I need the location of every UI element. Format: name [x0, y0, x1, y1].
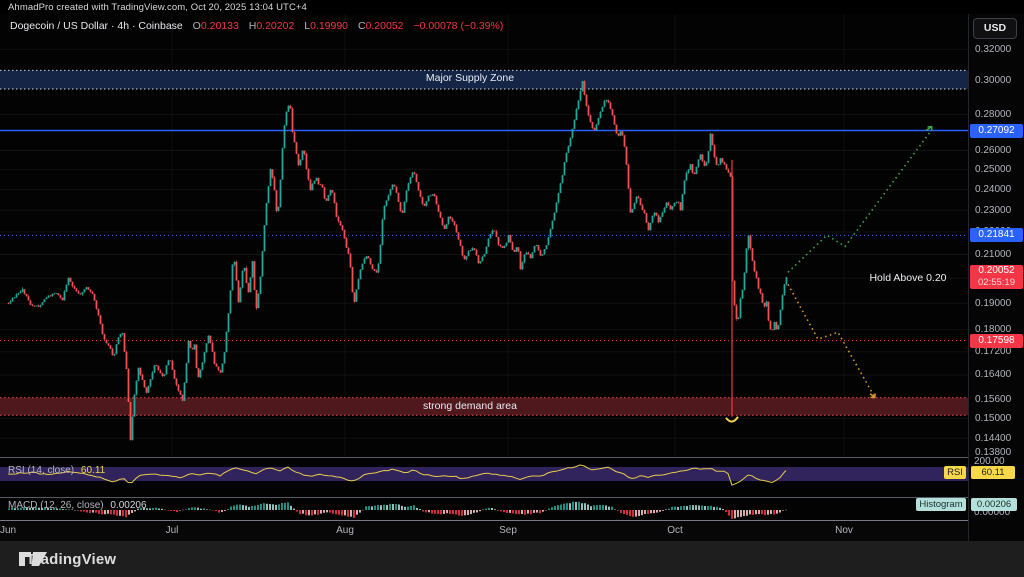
price-level-label: 0.27092: [970, 124, 1023, 138]
tradingview-logo[interactable]: TradingView: [18, 549, 116, 569]
current-price-label: 0.2005202:55:19: [970, 265, 1023, 289]
macd-legend[interactable]: MACD (12, 26, close) 0.00206: [8, 500, 147, 511]
price-level-label: 0.21841: [970, 228, 1023, 242]
rsi-value: 60.11: [81, 465, 105, 476]
price-tick-label: 0.24000: [975, 183, 1024, 196]
demand-zone-label: strong demand area: [360, 400, 580, 412]
price-tick-label: 0.30000: [975, 74, 1024, 87]
supply-zone-label: Major Supply Zone: [360, 72, 580, 84]
price-tick-label: 0.28000: [975, 108, 1024, 121]
price-tick-label: 0.25000: [975, 163, 1024, 176]
price-tick-label: 0.19000: [975, 297, 1024, 310]
open-value: 0.20133: [201, 20, 239, 32]
price-tick-label: 0.32000: [975, 43, 1024, 56]
symbol-legend[interactable]: Dogecoin / US Dollar · 4h · Coinbase O0.…: [10, 20, 503, 34]
hold-above-annotation: Hold Above 0.20: [858, 272, 958, 284]
symbol-title[interactable]: Dogecoin / US Dollar · 4h · Coinbase: [10, 20, 183, 32]
time-axis[interactable]: Jun Jul Aug Sep Oct Nov: [0, 521, 968, 541]
rsi-pane-canvas[interactable]: [0, 458, 968, 497]
high-value: 0.20202: [256, 20, 294, 32]
month-label-jun: Jun: [0, 525, 16, 536]
tradingview-chart-window: AhmadPro created with TradingView.com, O…: [0, 0, 1024, 577]
tradingview-logo-icon: [18, 548, 48, 570]
month-label-oct: Oct: [667, 525, 683, 536]
rsi-name: RSI (14, close): [8, 465, 74, 476]
price-tick-label: 0.16400: [975, 368, 1024, 381]
rsi-badge-value: 60.11: [971, 466, 1015, 479]
month-label-aug: Aug: [336, 525, 354, 536]
rsi-legend[interactable]: RSI (14, close) 60.11: [8, 465, 105, 476]
price-tick-label: 0.14400: [975, 432, 1024, 445]
pane-separator[interactable]: [0, 457, 968, 458]
histogram-badge: Histogram: [916, 498, 966, 511]
price-tick-label: 0.15000: [975, 412, 1024, 425]
currency-button[interactable]: USD: [973, 18, 1017, 39]
attribution-bar: AhmadPro created with TradingView.com, O…: [0, 0, 1024, 14]
macd-name: MACD (12, 26, close): [8, 500, 104, 511]
month-label-jul: Jul: [166, 525, 179, 536]
footer-bar: TradingView: [0, 541, 1024, 577]
price-tick-label: 0.23000: [975, 204, 1024, 217]
low-value: 0.19990: [310, 20, 348, 32]
month-label-sep: Sep: [499, 525, 517, 536]
histogram-badge-value: 0.00206: [971, 498, 1017, 511]
attribution-text: AhmadPro created with TradingView.com, O…: [8, 2, 307, 13]
open-label: O: [193, 20, 201, 32]
pane-separator[interactable]: [0, 497, 968, 498]
price-tick-label: 0.15600: [975, 393, 1024, 406]
month-label-nov: Nov: [835, 525, 853, 536]
macd-value: 0.00206: [110, 500, 146, 511]
rsi-badge: RSI: [944, 466, 966, 479]
change-value: −0.00078 (−0.39%): [413, 20, 503, 32]
price-tick-label: 0.26000: [975, 144, 1024, 157]
close-value: 0.20052: [366, 20, 404, 32]
price-tick-label: 0.21000: [975, 248, 1024, 261]
close-label: C: [358, 20, 366, 32]
price-level-label: 0.17598: [970, 334, 1023, 348]
